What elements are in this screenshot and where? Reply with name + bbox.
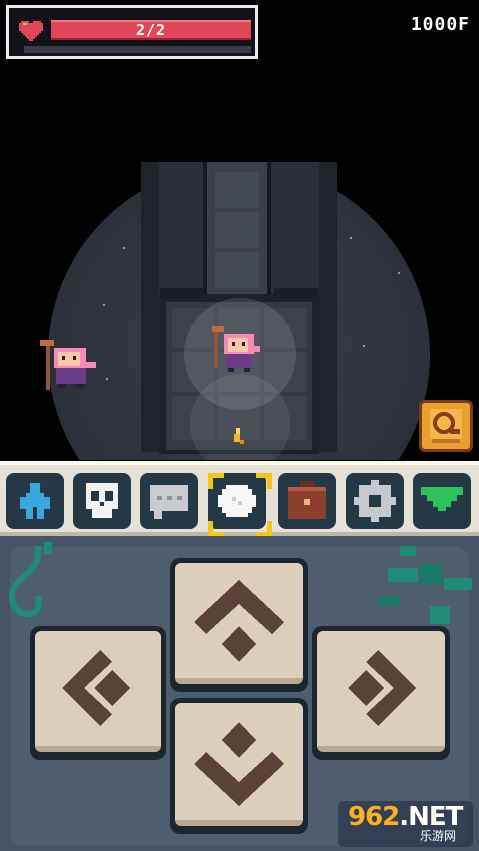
left-button[interactable] xyxy=(30,626,166,760)
up-button[interactable] xyxy=(170,558,308,692)
backpack-icon xyxy=(288,481,326,519)
dungeon-view xyxy=(0,62,479,460)
watermark-subtitle: 乐游网 xyxy=(420,829,457,843)
floor-counter: 1000F xyxy=(410,14,470,35)
bestiary-button[interactable] xyxy=(73,473,131,529)
skull-icon xyxy=(86,483,118,518)
arrow-up-icon xyxy=(194,580,284,662)
action-toolbar xyxy=(0,461,479,537)
right-button[interactable] xyxy=(312,626,450,760)
health-text: 2/2 xyxy=(135,21,167,39)
health-bar: 2/2 xyxy=(51,20,251,40)
map-button[interactable] xyxy=(208,473,272,537)
site-watermark: 962.NET 乐游网 xyxy=(338,801,473,847)
collapse-button[interactable] xyxy=(413,473,471,529)
dungeon-map xyxy=(40,162,400,460)
selection-frame xyxy=(208,473,272,537)
arrow-left-icon xyxy=(62,650,130,726)
speech-bubble-icon xyxy=(150,485,188,519)
health-panel: 2/2 xyxy=(6,5,258,59)
arrow-right-icon xyxy=(348,650,416,726)
experience-bar xyxy=(24,46,251,53)
triangle-down-icon xyxy=(421,487,463,511)
chat-button[interactable] xyxy=(140,473,198,529)
settings-button[interactable] xyxy=(346,473,404,529)
gear-icon xyxy=(354,480,396,522)
inventory-button[interactable] xyxy=(278,473,336,529)
down-button[interactable] xyxy=(170,698,308,834)
arrow-down-icon xyxy=(194,722,284,806)
character-button[interactable] xyxy=(6,473,64,529)
npc-character xyxy=(40,340,96,390)
magnifier-scroll-icon xyxy=(430,409,462,443)
quest-button[interactable] xyxy=(419,400,473,452)
character-icon xyxy=(20,483,50,519)
heart-icon xyxy=(19,21,43,41)
